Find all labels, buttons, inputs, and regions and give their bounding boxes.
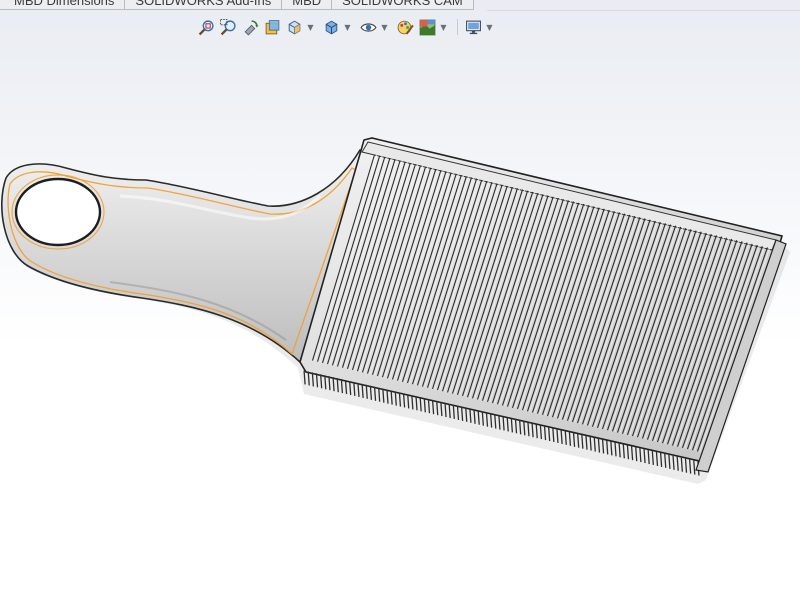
edit-appearance-icon bbox=[397, 20, 414, 34]
hanging-hole bbox=[14, 177, 102, 247]
edit-appearance-button[interactable] bbox=[395, 17, 415, 37]
display-style-dropdown[interactable]: ▼ bbox=[343, 17, 352, 37]
view-settings-button[interactable] bbox=[463, 17, 483, 37]
zoom-to-fit-icon bbox=[198, 19, 214, 35]
tab-mbd[interactable]: MBD bbox=[282, 0, 333, 10]
previous-view-icon bbox=[244, 19, 258, 36]
view-settings-icon bbox=[465, 20, 481, 34]
view-orientation-dropdown[interactable]: ▼ bbox=[306, 17, 315, 37]
apply-scene-button[interactable] bbox=[417, 17, 437, 37]
zoom-to-area-button[interactable] bbox=[218, 17, 238, 37]
display-style-icon bbox=[325, 20, 337, 34]
section-view-button[interactable] bbox=[262, 17, 282, 37]
section-view-icon bbox=[265, 19, 279, 34]
view-orientation-icon bbox=[288, 20, 300, 34]
zoom-to-area-icon bbox=[219, 18, 236, 35]
tab-solidworks-cam[interactable]: SOLIDWORKS CAM bbox=[332, 0, 474, 10]
hide-show-items-icon bbox=[359, 22, 377, 32]
zoom-to-fit-button[interactable] bbox=[196, 17, 216, 37]
toolbar-separator bbox=[457, 19, 458, 35]
display-style-button[interactable] bbox=[321, 17, 341, 37]
tab-mbd-dimensions[interactable]: MBD Dimensions bbox=[0, 0, 126, 10]
view-orientation-button[interactable] bbox=[284, 17, 304, 37]
heads-up-view-toolbar: ▼ ▼ ▼ ▼ ▼ bbox=[196, 16, 498, 38]
tab-strip-divider bbox=[487, 0, 800, 11]
command-manager-tabs: MBD Dimensions SOLIDWORKS Add-Ins MBD SO… bbox=[0, 0, 474, 10]
apply-scene-dropdown[interactable]: ▼ bbox=[439, 17, 448, 37]
apply-scene-icon bbox=[419, 19, 435, 35]
hide-show-items-dropdown[interactable]: ▼ bbox=[380, 17, 389, 37]
graphics-area[interactable] bbox=[0, 0, 800, 600]
hide-show-items-button[interactable] bbox=[358, 17, 378, 37]
comb-head[interactable] bbox=[299, 137, 787, 476]
previous-view-button[interactable] bbox=[240, 17, 260, 37]
view-settings-dropdown[interactable]: ▼ bbox=[485, 17, 494, 37]
comb-model[interactable] bbox=[0, 0, 800, 600]
tab-solidworks-add-ins[interactable]: SOLIDWORKS Add-Ins bbox=[125, 0, 283, 10]
